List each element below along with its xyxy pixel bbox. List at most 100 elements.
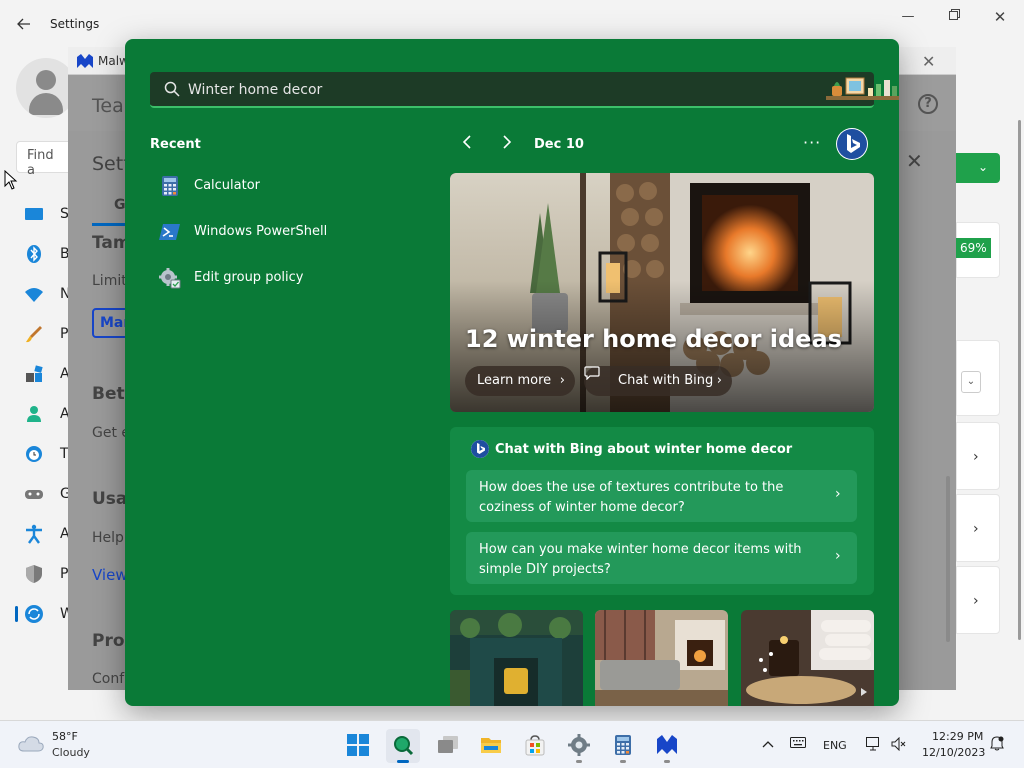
calculator-app-button[interactable]	[606, 729, 640, 763]
thumbnail-image	[450, 610, 583, 706]
malwarebytes-close-button[interactable]: ✕	[922, 52, 935, 71]
malwarebytes-app-button[interactable]	[650, 729, 684, 763]
chevron-up-icon	[762, 741, 774, 748]
thumbnail-candles[interactable]	[741, 610, 874, 706]
chevron-right-icon: ›	[716, 373, 722, 388]
avatar[interactable]	[16, 58, 76, 118]
restore-icon	[948, 9, 960, 20]
search-icon	[394, 736, 414, 756]
scan-dropdown-button[interactable]: ⌄	[956, 153, 1000, 183]
taskbar: 58°F Cloudy ENG 12:29 PM 12/10/2023	[0, 720, 1024, 768]
windows-update-icon	[25, 605, 43, 623]
maximize-button[interactable]	[934, 8, 974, 26]
volume-muted-icon[interactable]	[891, 736, 907, 754]
active-indicator	[15, 606, 18, 622]
group-policy-icon	[159, 268, 181, 289]
accessibility-icon	[26, 524, 42, 544]
search-input[interactable]	[188, 78, 788, 102]
show-hidden-icons-button[interactable]	[762, 737, 774, 751]
thumbnail-fireplace[interactable]	[450, 610, 583, 706]
hero-card[interactable]: 12 winter home decor ideas Learn more › …	[450, 173, 874, 412]
more-options-button[interactable]: ···	[803, 133, 821, 152]
chevron-left-icon	[462, 135, 471, 149]
scrollbar-thumb[interactable]	[1018, 120, 1021, 640]
section-tamper-desc: Limit	[92, 273, 127, 289]
search-icon	[164, 81, 180, 97]
start-icon	[347, 734, 369, 756]
cloudy-weather-icon[interactable]	[17, 733, 45, 753]
clock-date[interactable]: 12/10/2023	[922, 746, 985, 759]
keyboard-icon[interactable]	[790, 737, 806, 751]
recent-item-group-policy[interactable]: Edit group policy	[159, 262, 419, 296]
dashboard-card[interactable]: ›	[956, 422, 1000, 490]
store-button[interactable]	[518, 729, 552, 763]
minimize-button[interactable]: —	[888, 8, 928, 26]
clock-time[interactable]: 12:29 PM	[932, 730, 983, 743]
task-view-icon	[438, 736, 458, 753]
progress-percent: 69%	[956, 238, 991, 258]
network-status-icon[interactable]	[866, 737, 882, 754]
running-app-indicator	[620, 760, 626, 763]
recent-item-calculator[interactable]: Calculator	[159, 170, 419, 204]
accounts-icon	[27, 406, 41, 422]
task-view-button[interactable]	[431, 729, 465, 763]
privacy-icon	[26, 565, 42, 583]
settings-app-button[interactable]	[562, 729, 596, 763]
bing-chat-button[interactable]	[836, 128, 868, 160]
dashboard-card[interactable]: ›	[956, 494, 1000, 562]
scrollbar-thumb[interactable]	[946, 476, 950, 642]
malwarebytes-header-title: Tea	[92, 95, 124, 117]
tab-general[interactable]: G	[114, 197, 126, 213]
thumbnail-living-room[interactable]	[595, 610, 728, 706]
dashboard-card[interactable]: ›	[956, 566, 1000, 634]
dashboard-strip: ⌄ 69% ⌄ › › ›	[956, 120, 1024, 720]
settings-icon	[568, 734, 590, 756]
network-icon	[25, 288, 43, 302]
calculator-icon	[162, 176, 178, 196]
view-link[interactable]: View	[92, 566, 128, 584]
chevron-right-icon: ›	[835, 486, 841, 502]
help-icon[interactable]: ?	[918, 94, 938, 114]
file-explorer-button[interactable]	[474, 729, 508, 763]
chat-with-bing-button[interactable]: Chat with Bing ›	[584, 366, 732, 396]
input-language-indicator[interactable]: ENG	[823, 739, 847, 752]
section-usage-desc: Help	[92, 530, 124, 546]
active-app-indicator	[397, 760, 409, 763]
recent-heading: Recent	[150, 137, 201, 152]
chevron-right-icon: ›	[973, 449, 979, 465]
calculator-icon	[615, 735, 631, 755]
winter-decor-illustration-icon	[826, 77, 899, 100]
suggestion-textures[interactable]: How does the use of textures contribute …	[466, 470, 857, 522]
back-arrow-icon	[17, 18, 30, 30]
start-button[interactable]	[341, 729, 375, 763]
suggestion-diy[interactable]: How can you make winter home decor items…	[466, 532, 857, 584]
find-setting-input[interactable]: Find a	[16, 141, 76, 178]
date-label: Dec 10	[534, 137, 584, 152]
chevron-right-icon: ›	[973, 521, 979, 537]
system-icon	[25, 208, 43, 220]
close-button[interactable]: ✕	[980, 8, 1020, 26]
chevron-right-icon: ›	[835, 548, 841, 564]
chat-suggestions-card: Chat with Bing about winter home decor H…	[450, 427, 874, 595]
bluetooth-icon	[27, 245, 41, 263]
notifications-icon[interactable]	[989, 735, 1005, 754]
settings-close-icon[interactable]: ✕	[906, 149, 923, 173]
next-button[interactable]	[495, 132, 519, 156]
malwarebytes-logo-icon	[77, 54, 93, 68]
dashboard-card: ⌄	[956, 340, 1000, 416]
hero-title: 12 winter home decor ideas	[465, 325, 842, 353]
search-box[interactable]	[150, 72, 899, 108]
powershell-icon	[159, 224, 180, 240]
learn-more-button[interactable]: Learn more ›	[465, 366, 575, 396]
weather-temperature: 58°F	[52, 730, 78, 743]
chevron-right-icon: ›	[973, 593, 979, 609]
gaming-icon	[25, 490, 43, 499]
thumbnail-image	[741, 610, 874, 706]
file-explorer-icon	[481, 738, 501, 753]
back-button[interactable]	[10, 12, 38, 36]
taskbar-search-button[interactable]	[386, 729, 420, 763]
previous-button[interactable]	[455, 132, 479, 156]
thumbnail-image	[595, 610, 728, 706]
chat-card-title: Chat with Bing about winter home decor	[495, 442, 793, 457]
recent-item-powershell[interactable]: Windows PowerShell	[159, 216, 419, 250]
